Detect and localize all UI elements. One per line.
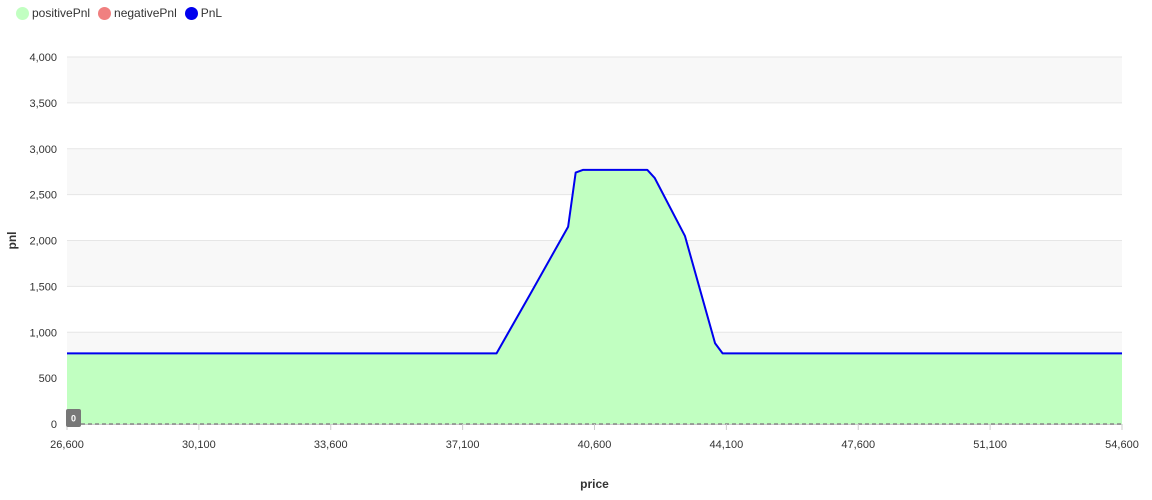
- x-tick-label: 30,100: [182, 439, 216, 451]
- pnl-areas: [67, 169, 1122, 424]
- x-tick-label: 47,600: [841, 439, 875, 451]
- y-tick-label: 4,000: [29, 52, 57, 64]
- zero-badge-label: 0: [71, 414, 76, 424]
- x-tick-label: 26,600: [50, 439, 84, 451]
- y-tick-label: 1,500: [29, 281, 57, 293]
- y-tick-label: 1,000: [29, 327, 57, 339]
- x-tick-label: 37,100: [446, 439, 480, 451]
- y-tick-label: 2,000: [29, 236, 57, 248]
- x-tick-label: 51,100: [973, 439, 1007, 451]
- y-tick-label: 0: [51, 419, 57, 431]
- plot-band: [67, 57, 1122, 103]
- x-tick-label: 44,100: [710, 439, 744, 451]
- y-tick-label: 500: [39, 373, 57, 385]
- y-tick-label: 3,000: [29, 144, 57, 156]
- pnl-chart: 0 0 500 1,000 1,500 2,000 2,500 3,000 3,500 4,00…: [5, 52, 1139, 491]
- x-axis-title: price: [580, 477, 609, 491]
- x-tick-label: 40,600: [578, 439, 612, 451]
- x-tick-label: 33,600: [314, 439, 348, 451]
- y-tick-label: 3,500: [29, 98, 57, 110]
- y-axis-title: pnl: [5, 232, 19, 250]
- positive-pnl-area: [67, 169, 1122, 424]
- y-tick-label: 2,500: [29, 190, 57, 202]
- x-tick-label: 54,600: [1105, 439, 1139, 451]
